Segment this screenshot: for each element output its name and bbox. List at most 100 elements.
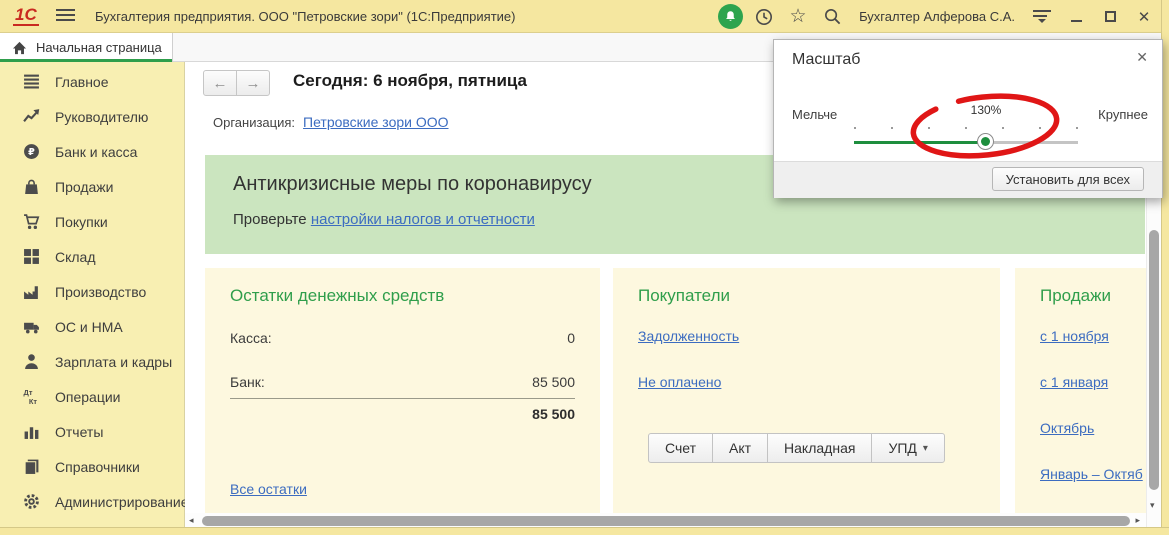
current-user[interactable]: Бухгалтер Алферова С.А. xyxy=(859,9,1015,24)
window-frame-bottom xyxy=(0,527,1169,535)
waybill-button[interactable]: Накладная xyxy=(767,433,872,463)
sidebar-label: Руководителю xyxy=(55,109,148,125)
slider-tick xyxy=(965,127,967,129)
gear-icon xyxy=(23,493,40,510)
history-icon xyxy=(754,7,774,27)
sidebar-item-spravochniki[interactable]: Справочники xyxy=(0,449,184,484)
service-menu-button[interactable] xyxy=(1025,0,1059,33)
boxes-icon xyxy=(23,248,40,265)
search-button[interactable] xyxy=(815,0,849,33)
sidebar-item-operacii[interactable]: ДтКт Операции xyxy=(0,379,184,414)
search-icon xyxy=(823,7,842,26)
slider-tick xyxy=(891,127,893,129)
sidebar-item-bank-i-kassa[interactable]: ₽ Банк и касса xyxy=(0,134,184,169)
sidebar-item-otchety[interactable]: Отчеты xyxy=(0,414,184,449)
slider-handle-dot xyxy=(981,137,990,146)
apply-for-all-button[interactable]: Установить для всех xyxy=(992,167,1144,191)
scroll-down-icon[interactable]: ▾ xyxy=(1150,500,1155,511)
scroll-left-icon[interactable]: ◂ xyxy=(189,515,194,526)
sales-october-link[interactable]: Октябрь xyxy=(1040,420,1094,436)
scroll-right-icon[interactable]: ▸ xyxy=(1135,515,1140,526)
sidebar-item-zarplata-i-kadry[interactable]: Зарплата и кадры xyxy=(0,344,184,379)
buyers-card: Покупатели Задолженность Не оплачено Сче… xyxy=(613,268,1000,513)
banner-check-line: Проверьте настройки налогов и отчетности xyxy=(233,211,535,228)
invoice-button[interactable]: Счет xyxy=(648,433,713,463)
button-label: Акт xyxy=(729,440,751,456)
chevron-down-icon: ▾ xyxy=(923,443,928,454)
sidebar-item-os-i-nma[interactable]: ОС и НМА xyxy=(0,309,184,344)
card-title: Остатки денежных средств xyxy=(230,286,444,306)
upd-dropdown-button[interactable]: УПД ▾ xyxy=(871,433,944,463)
tab-home-page[interactable]: Начальная страница xyxy=(0,33,173,62)
close-icon: ✕ xyxy=(1138,8,1151,26)
banner-check-prefix: Проверьте xyxy=(233,211,307,228)
sales-since-nov-link[interactable]: с 1 ноября xyxy=(1040,328,1109,344)
person-icon xyxy=(23,353,40,370)
sidebar-item-sklad[interactable]: Склад xyxy=(0,239,184,274)
forward-arrow-icon: → xyxy=(246,75,261,92)
sections-sidebar: Главное Руководителю ₽ Банк и касса Прод… xyxy=(0,62,185,535)
history-nav-buttons: ← → xyxy=(203,70,270,96)
card-title: Покупатели xyxy=(638,286,730,306)
favorites-button[interactable]: ☆ xyxy=(781,0,815,33)
cash-row: Касса: 0 xyxy=(230,330,575,346)
history-button[interactable] xyxy=(747,0,781,33)
maximize-button[interactable] xyxy=(1093,0,1127,33)
organization-link[interactable]: Петровские зори ООО xyxy=(303,114,448,130)
row-value: 0 xyxy=(567,330,575,346)
sales-since-jan-link[interactable]: с 1 января xyxy=(1040,374,1108,390)
smaller-label: Мельче xyxy=(792,107,837,122)
button-label: УПД xyxy=(888,440,916,456)
sidebar-item-rukovoditelyu[interactable]: Руководителю xyxy=(0,99,184,134)
tab-home-label: Начальная страница xyxy=(36,40,162,55)
window-title: Бухгалтерия предприятия. ООО "Петровские… xyxy=(95,9,516,24)
organization-line: Организация: Петровские зори ООО xyxy=(213,114,449,130)
sidebar-label: Администрирование xyxy=(55,494,189,510)
notifications-button[interactable] xyxy=(713,0,747,33)
sidebar-label: Производство xyxy=(55,284,146,300)
zoom-slider-fill xyxy=(854,141,986,144)
bank-row: Банк: 85 500 xyxy=(230,374,575,390)
ruble-icon: ₽ xyxy=(23,143,40,160)
titlebar-actions: ☆ Бухгалтер Алферова С.А. ✕ xyxy=(713,0,1161,33)
main-menu-icon[interactable] xyxy=(56,9,75,24)
dialog-title: Масштаб xyxy=(792,51,860,69)
sidebar-item-pokupki[interactable]: Покупки xyxy=(0,204,184,239)
back-button[interactable]: ← xyxy=(204,71,236,95)
debt-link[interactable]: Задолженность xyxy=(638,328,739,344)
row-value: 85 500 xyxy=(532,374,575,390)
unpaid-link[interactable]: Не оплачено xyxy=(638,374,721,390)
sidebar-item-glavnoe[interactable]: Главное xyxy=(0,64,184,99)
close-button[interactable]: ✕ xyxy=(1127,0,1161,33)
back-arrow-icon: ← xyxy=(213,75,228,92)
forward-button[interactable]: → xyxy=(236,71,269,95)
sidebar-label: Покупки xyxy=(55,214,108,230)
horizontal-scrollbar-thumb[interactable] xyxy=(202,516,1130,526)
truck-icon xyxy=(23,318,40,335)
books-icon xyxy=(23,458,40,475)
svg-text:₽: ₽ xyxy=(28,147,35,158)
tax-settings-link[interactable]: настройки налогов и отчетности xyxy=(311,211,535,228)
sidebar-label: Справочники xyxy=(55,459,140,475)
minimize-button[interactable] xyxy=(1059,0,1093,33)
slider-tick xyxy=(1039,127,1041,129)
slider-tick xyxy=(1002,127,1004,129)
sidebar-label: ОС и НМА xyxy=(55,319,123,335)
star-icon: ☆ xyxy=(790,7,807,26)
zoom-slider-handle[interactable] xyxy=(977,133,994,150)
organization-label: Организация: xyxy=(213,115,295,130)
vertical-scrollbar-thumb[interactable] xyxy=(1149,230,1159,490)
svg-text:Дт: Дт xyxy=(24,388,33,397)
sales-jan-oct-link[interactable]: Январь – Октяб xyxy=(1040,466,1143,482)
application-window: 1С Бухгалтерия предприятия. ООО "Петровс… xyxy=(0,0,1169,535)
act-button[interactable]: Акт xyxy=(712,433,768,463)
dt-kt-icon: ДтКт xyxy=(23,388,40,405)
sidebar-item-prodazhi[interactable]: Продажи xyxy=(0,169,184,204)
horizontal-scrollbar[interactable]: ◂ ▸ xyxy=(185,513,1146,528)
dialog-close-icon[interactable]: ✕ xyxy=(1136,49,1148,66)
total-value: 85 500 xyxy=(532,406,575,422)
sidebar-item-administrirovanie[interactable]: Администрирование xyxy=(0,484,184,519)
all-balances-link[interactable]: Все остатки xyxy=(230,481,307,497)
sidebar-item-proizvodstvo[interactable]: Производство xyxy=(0,274,184,309)
slider-tick xyxy=(928,127,930,129)
